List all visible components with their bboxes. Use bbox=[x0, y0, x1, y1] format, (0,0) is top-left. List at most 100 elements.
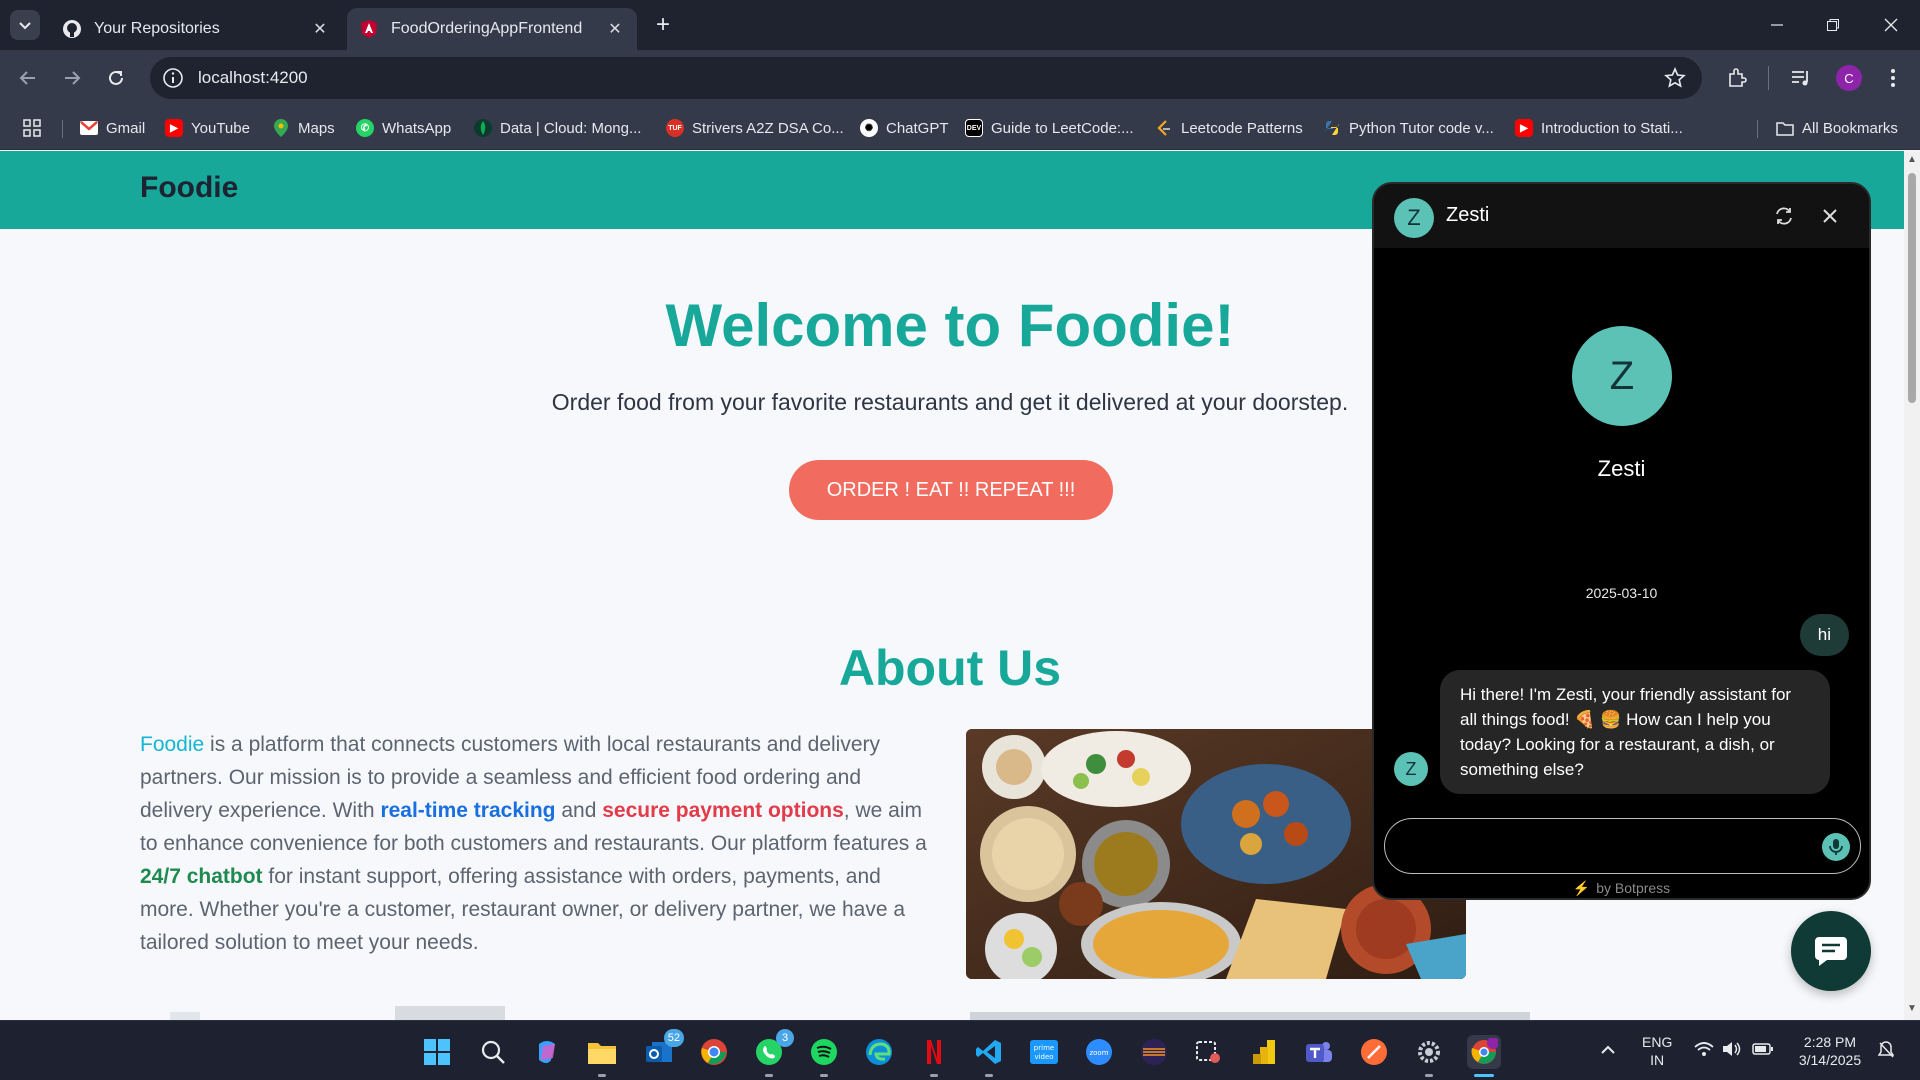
chat-message-input[interactable] bbox=[1384, 818, 1861, 874]
chat-date: 2025-03-10 bbox=[1585, 585, 1658, 601]
active-indicator bbox=[1474, 1074, 1494, 1077]
close-window-icon[interactable] bbox=[1876, 12, 1906, 38]
restore-icon[interactable] bbox=[1818, 12, 1848, 38]
bot-message: Hi there! I'm Zesti, your friendly assis… bbox=[1440, 670, 1830, 794]
user-message: hi bbox=[1799, 614, 1849, 656]
copilot-icon[interactable] bbox=[530, 1035, 564, 1069]
tab-food-ordering-app[interactable]: FoodOrderingAppFrontend ✕ bbox=[347, 8, 637, 50]
bot-name-large: Zesti bbox=[1597, 456, 1646, 481]
scroll-down-icon[interactable]: ▼ bbox=[1907, 1004, 1917, 1014]
folder-icon bbox=[1776, 119, 1794, 137]
all-bookmarks-button[interactable]: All Bookmarks bbox=[1776, 117, 1898, 139]
realtime-tracking-highlight: real-time tracking bbox=[380, 799, 556, 822]
github-icon bbox=[62, 19, 82, 39]
svg-text:prime: prime bbox=[1034, 1044, 1054, 1052]
minimize-icon[interactable] bbox=[1762, 12, 1792, 38]
volume-icon[interactable] bbox=[1722, 1041, 1742, 1061]
snipping-tool-icon[interactable] bbox=[1192, 1035, 1226, 1069]
forward-icon[interactable] bbox=[58, 64, 86, 92]
chat-footer[interactable]: ⚡ by Botpress bbox=[1374, 880, 1869, 897]
python-icon bbox=[1323, 119, 1341, 137]
about-brand-word: Foodie bbox=[140, 733, 205, 756]
back-icon[interactable] bbox=[14, 64, 42, 92]
running-indicator bbox=[598, 1074, 606, 1077]
language-indicator[interactable]: ENG IN bbox=[1642, 1033, 1672, 1069]
scroll-up-icon[interactable]: ▲ bbox=[1907, 155, 1917, 165]
bookmark-leetcode-guide[interactable]: DEV Guide to LeetCode:... bbox=[965, 117, 1134, 139]
order-button[interactable]: ORDER ! EAT !! REPEAT !!! bbox=[789, 460, 1113, 520]
media-controls-icon[interactable] bbox=[1789, 66, 1813, 90]
chrome-profile-icon[interactable] bbox=[1467, 1035, 1501, 1077]
bot-avatar: Z bbox=[1394, 198, 1434, 238]
eclipse-icon[interactable] bbox=[1137, 1035, 1171, 1069]
apps-grid-icon[interactable] bbox=[22, 117, 42, 139]
settings-icon[interactable] bbox=[1412, 1035, 1446, 1077]
postman-icon[interactable] bbox=[1357, 1035, 1391, 1069]
dev-icon: DEV bbox=[965, 119, 983, 137]
bookmark-maps[interactable]: Maps bbox=[272, 117, 335, 139]
netflix-icon[interactable] bbox=[917, 1035, 951, 1077]
whatsapp-badge: 3 bbox=[776, 1029, 794, 1047]
page-scrollbar[interactable]: ▲ ▼ bbox=[1904, 151, 1920, 1020]
about-paragraph: Foodie is a platform that connects custo… bbox=[140, 733, 927, 954]
bookmark-star-icon[interactable] bbox=[1664, 67, 1686, 89]
site-brand[interactable]: Foodie bbox=[140, 171, 238, 205]
bookmarks-bar: Gmail ▶ YouTube Maps ✆ WhatsApp Data | C… bbox=[0, 106, 1920, 150]
bookmark-leetcode-patterns[interactable]: Leetcode Patterns bbox=[1155, 117, 1303, 139]
site-info-icon[interactable] bbox=[162, 67, 184, 89]
start-icon[interactable] bbox=[420, 1035, 454, 1069]
refresh-icon[interactable] bbox=[1772, 204, 1796, 228]
bookmark-strivers[interactable]: TUF Strivers A2Z DSA Co... bbox=[666, 117, 844, 139]
close-tab-icon[interactable]: ✕ bbox=[605, 19, 625, 39]
gmail-icon bbox=[80, 119, 98, 137]
bookmark-chatgpt[interactable]: ✺ ChatGPT bbox=[860, 117, 949, 139]
bookmark-gmail[interactable]: Gmail bbox=[80, 117, 145, 139]
toolbar-divider bbox=[1768, 66, 1769, 90]
svg-text:video: video bbox=[1034, 1053, 1053, 1061]
tab-title: FoodOrderingAppFrontend bbox=[391, 20, 583, 37]
prime-video-icon[interactable]: prime video bbox=[1027, 1035, 1061, 1069]
notification-bell-icon[interactable] bbox=[1877, 1041, 1895, 1063]
new-tab-button[interactable]: + bbox=[650, 11, 676, 38]
power-bi-icon[interactable] bbox=[1247, 1035, 1281, 1069]
chat-launcher-button[interactable] bbox=[1791, 911, 1871, 991]
outlook-badge: 52 bbox=[663, 1029, 684, 1047]
running-indicator bbox=[1425, 1074, 1433, 1077]
close-icon[interactable] bbox=[1818, 204, 1842, 228]
browser-tab-bar: Your Repositories ✕ FoodOrderingAppFront… bbox=[0, 0, 1920, 50]
clock[interactable]: 2:28 PM 3/14/2025 bbox=[1790, 1033, 1870, 1069]
vscode-icon[interactable] bbox=[972, 1035, 1006, 1077]
close-tab-icon[interactable]: ✕ bbox=[310, 19, 330, 39]
bookmark-whatsapp[interactable]: ✆ WhatsApp bbox=[356, 117, 451, 139]
whatsapp-icon: ✆ bbox=[356, 119, 374, 137]
browser-menu-icon[interactable] bbox=[1881, 66, 1905, 90]
reload-icon[interactable] bbox=[102, 64, 130, 92]
whatsapp-icon[interactable]: 3 bbox=[752, 1029, 794, 1077]
microphone-icon[interactable] bbox=[1822, 833, 1850, 861]
chatbot-highlight: 24/7 chatbot bbox=[140, 865, 263, 888]
show-hidden-icons[interactable] bbox=[1600, 1041, 1616, 1059]
scroll-thumb[interactable] bbox=[1908, 173, 1916, 403]
outlook-icon[interactable]: 52 bbox=[642, 1029, 684, 1069]
browser-toolbar: localhost:4200 C bbox=[0, 50, 1920, 106]
bookmark-python-tutor[interactable]: Python Tutor code v... bbox=[1323, 117, 1494, 139]
file-explorer-icon[interactable] bbox=[585, 1035, 619, 1077]
search-icon[interactable] bbox=[476, 1035, 510, 1069]
teams-icon[interactable] bbox=[1302, 1035, 1336, 1069]
extensions-icon[interactable] bbox=[1725, 66, 1749, 90]
bookmark-mongodb[interactable]: Data | Cloud: Mong... bbox=[474, 117, 641, 139]
profile-avatar[interactable]: C bbox=[1836, 65, 1862, 91]
tab-search-button[interactable] bbox=[10, 10, 40, 40]
angular-icon bbox=[359, 19, 379, 39]
spotify-icon[interactable] bbox=[807, 1035, 841, 1077]
bookmark-intro-statistics[interactable]: ▶ Introduction to Stati... bbox=[1515, 117, 1683, 139]
bookmarks-divider bbox=[1757, 120, 1758, 138]
wifi-icon[interactable] bbox=[1694, 1041, 1714, 1061]
edge-icon[interactable] bbox=[862, 1035, 896, 1069]
bookmark-youtube[interactable]: ▶ YouTube bbox=[165, 117, 250, 139]
address-bar[interactable]: localhost:4200 bbox=[150, 57, 1702, 99]
tab-your-repositories[interactable]: Your Repositories ✕ bbox=[50, 8, 342, 50]
battery-icon[interactable] bbox=[1752, 1041, 1774, 1061]
zoom-icon[interactable]: zoom bbox=[1082, 1035, 1116, 1069]
chrome-icon[interactable] bbox=[697, 1035, 731, 1069]
